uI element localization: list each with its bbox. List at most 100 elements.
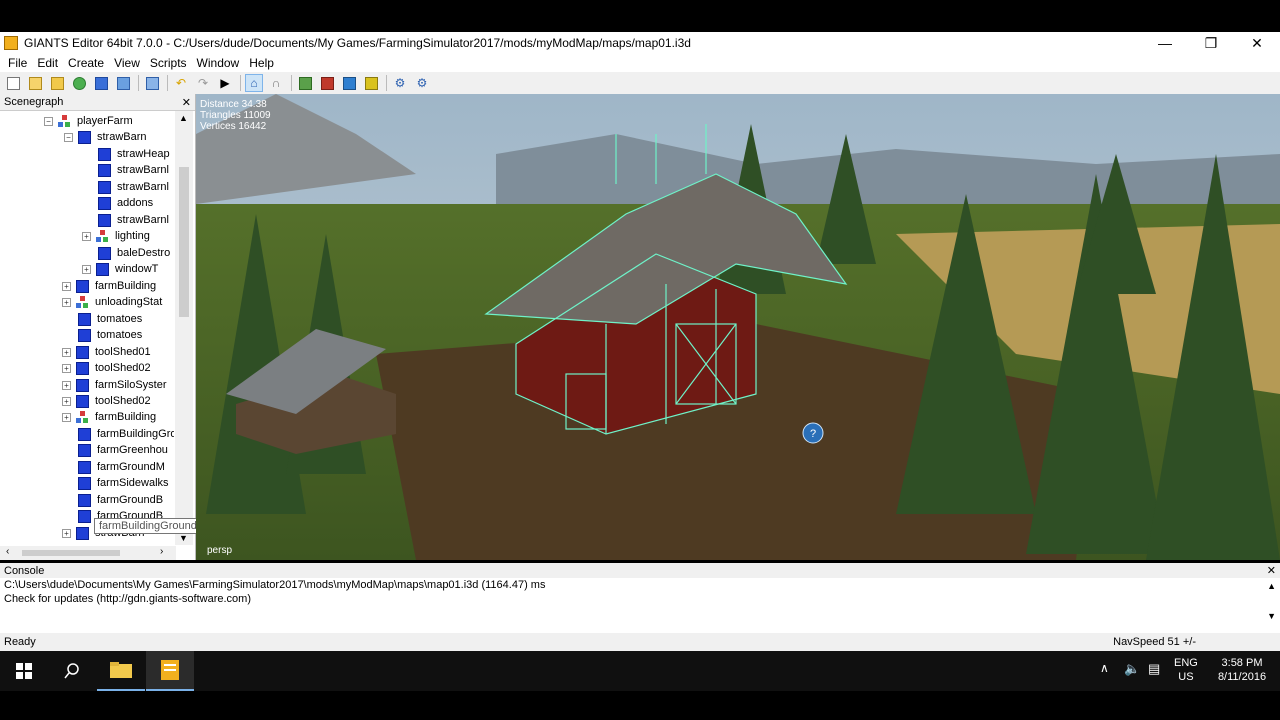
minimize-button[interactable]: —: [1142, 32, 1188, 54]
tree-item[interactable]: baleDestro: [98, 245, 170, 261]
tree-item[interactable]: + lighting: [82, 228, 150, 244]
tree-item[interactable]: strawBarnl: [98, 212, 169, 228]
scroll-thumb[interactable]: [22, 550, 120, 556]
transform-group-icon: [76, 410, 89, 424]
collapse-icon[interactable]: −: [44, 116, 53, 126]
expand-icon[interactable]: +: [62, 396, 71, 406]
console-scroll-up-icon[interactable]: ▲: [1267, 581, 1276, 591]
scroll-left-icon[interactable]: ‹: [6, 546, 9, 557]
scroll-up-icon[interactable]: ▲: [179, 113, 188, 123]
menu-edit[interactable]: Edit: [37, 56, 58, 70]
menu-view[interactable]: View: [114, 56, 140, 70]
settings-gear-icon[interactable]: ⚙: [391, 74, 409, 92]
tree-item[interactable]: + farmBuilding: [62, 409, 156, 425]
tree-item[interactable]: farmSidewalks: [78, 475, 169, 491]
menu-bar: File Edit Create View Scripts Window Hel…: [0, 54, 1280, 72]
language-code: ENG: [1174, 657, 1198, 669]
notifications-icon[interactable]: ▤: [1148, 661, 1160, 677]
magnet-icon[interactable]: ∩: [267, 74, 285, 92]
tree-item[interactable]: + windowT: [82, 261, 158, 277]
tree-item[interactable]: + toolShed01: [62, 344, 151, 360]
menu-help[interactable]: Help: [249, 56, 274, 70]
undo-icon[interactable]: ↶: [172, 74, 190, 92]
refresh-icon[interactable]: [70, 74, 88, 92]
tree-item[interactable]: farmBuildingGround: [78, 426, 174, 442]
close-window-button[interactable]: ✕: [1234, 32, 1280, 54]
expand-icon[interactable]: +: [62, 363, 71, 373]
viewport-scene: ?: [196, 94, 1280, 560]
expand-icon[interactable]: +: [62, 380, 71, 390]
giants-editor-taskbar-icon[interactable]: [146, 651, 194, 691]
help-marker-icon[interactable]: ?: [802, 422, 824, 444]
expand-icon[interactable]: +: [62, 347, 71, 357]
volume-icon[interactable]: 🔈: [1124, 661, 1140, 677]
tree-item[interactable]: + toolShed02: [62, 393, 151, 409]
search-icon[interactable]: [48, 651, 96, 691]
toolbar-separator: [138, 75, 139, 91]
tree-item[interactable]: + unloadingStat: [62, 294, 162, 310]
scroll-right-icon[interactable]: ›: [160, 546, 163, 557]
import-icon[interactable]: [143, 74, 161, 92]
windows-start-icon[interactable]: [0, 651, 48, 691]
scroll-thumb[interactable]: [179, 167, 189, 317]
new-file-icon[interactable]: [4, 74, 22, 92]
tree-item[interactable]: + toolShed02: [62, 360, 151, 376]
tree-item[interactable]: + farmSiloSyster: [62, 377, 167, 393]
expand-icon[interactable]: +: [62, 281, 71, 291]
collapse-icon[interactable]: −: [64, 132, 73, 142]
tree-item-label: tomatoes: [97, 329, 143, 341]
tray-chevron-icon[interactable]: ∧: [1100, 661, 1109, 675]
console-scroll-down-icon[interactable]: ▼: [1267, 611, 1276, 621]
file-explorer-icon[interactable]: [97, 651, 145, 691]
tree-item[interactable]: tomatoes: [78, 327, 142, 343]
menu-create[interactable]: Create: [68, 56, 104, 70]
tree-item[interactable]: farmGreenhou: [78, 442, 168, 458]
menu-scripts[interactable]: Scripts: [150, 56, 187, 70]
placement-icon[interactable]: [362, 74, 380, 92]
tree-item[interactable]: strawHeap: [98, 146, 170, 162]
restore-button[interactable]: ❐: [1188, 32, 1234, 54]
terrain-sculpt-icon[interactable]: [296, 74, 314, 92]
expand-icon[interactable]: +: [82, 264, 91, 274]
toolbar-separator: [240, 75, 241, 91]
tree-item[interactable]: + farmBuilding: [62, 278, 156, 294]
tree-item[interactable]: farmGroundM: [78, 459, 165, 475]
menu-window[interactable]: Window: [197, 56, 240, 70]
console-panel: Console ✕ C:\Users\dude\Documents\My Gam…: [0, 563, 1280, 633]
scenegraph-close-icon[interactable]: ✕: [182, 96, 191, 109]
expand-icon[interactable]: +: [62, 412, 71, 422]
foliage-paint-icon[interactable]: [340, 74, 358, 92]
menu-file[interactable]: File: [8, 56, 27, 70]
terrain-paint-icon[interactable]: [318, 74, 336, 92]
open-folder-icon[interactable]: [26, 74, 44, 92]
scenegraph-vertical-scrollbar[interactable]: ▲ ▼: [175, 111, 193, 545]
export-icon[interactable]: [114, 74, 132, 92]
tree-item[interactable]: strawBarnl: [98, 179, 169, 195]
language-indicator[interactable]: ENG US: [1174, 656, 1198, 684]
tree-item[interactable]: − playerFarm: [44, 113, 133, 129]
tree-item[interactable]: farmGroundB: [78, 492, 163, 508]
scenegraph-header: Scenegraph ✕: [0, 94, 195, 111]
scenegraph-title: Scenegraph: [4, 96, 64, 108]
tree-item[interactable]: − strawBarn: [64, 129, 147, 145]
edit-file-icon[interactable]: [48, 74, 66, 92]
scroll-down-icon[interactable]: ▼: [179, 533, 188, 543]
tree-item[interactable]: strawBarnl: [98, 162, 169, 178]
select-mode-icon[interactable]: ⌂: [245, 74, 263, 92]
clock[interactable]: 3:58 PM 8/11/2016: [1212, 656, 1272, 684]
play-icon[interactable]: ▶: [216, 74, 234, 92]
expand-icon[interactable]: +: [62, 528, 71, 538]
redo-icon[interactable]: ↷: [194, 74, 212, 92]
save-icon[interactable]: [92, 74, 110, 92]
3d-viewport[interactable]: ? Distance 34.38 Triangles 11009 Vertice…: [196, 94, 1280, 560]
scenegraph-horizontal-scrollbar[interactable]: ‹ ›: [0, 546, 176, 560]
triangles-readout: Triangles 11009: [200, 110, 271, 121]
tree-item-label: playerFarm: [77, 115, 133, 127]
console-close-icon[interactable]: ✕: [1267, 564, 1276, 577]
tree-item[interactable]: tomatoes: [78, 311, 142, 327]
shape-cube-icon: [78, 493, 91, 507]
tools-gear-icon[interactable]: ⚙: [413, 74, 431, 92]
expand-icon[interactable]: +: [62, 297, 71, 307]
tree-item[interactable]: addons: [98, 195, 153, 211]
expand-icon[interactable]: +: [82, 231, 91, 241]
